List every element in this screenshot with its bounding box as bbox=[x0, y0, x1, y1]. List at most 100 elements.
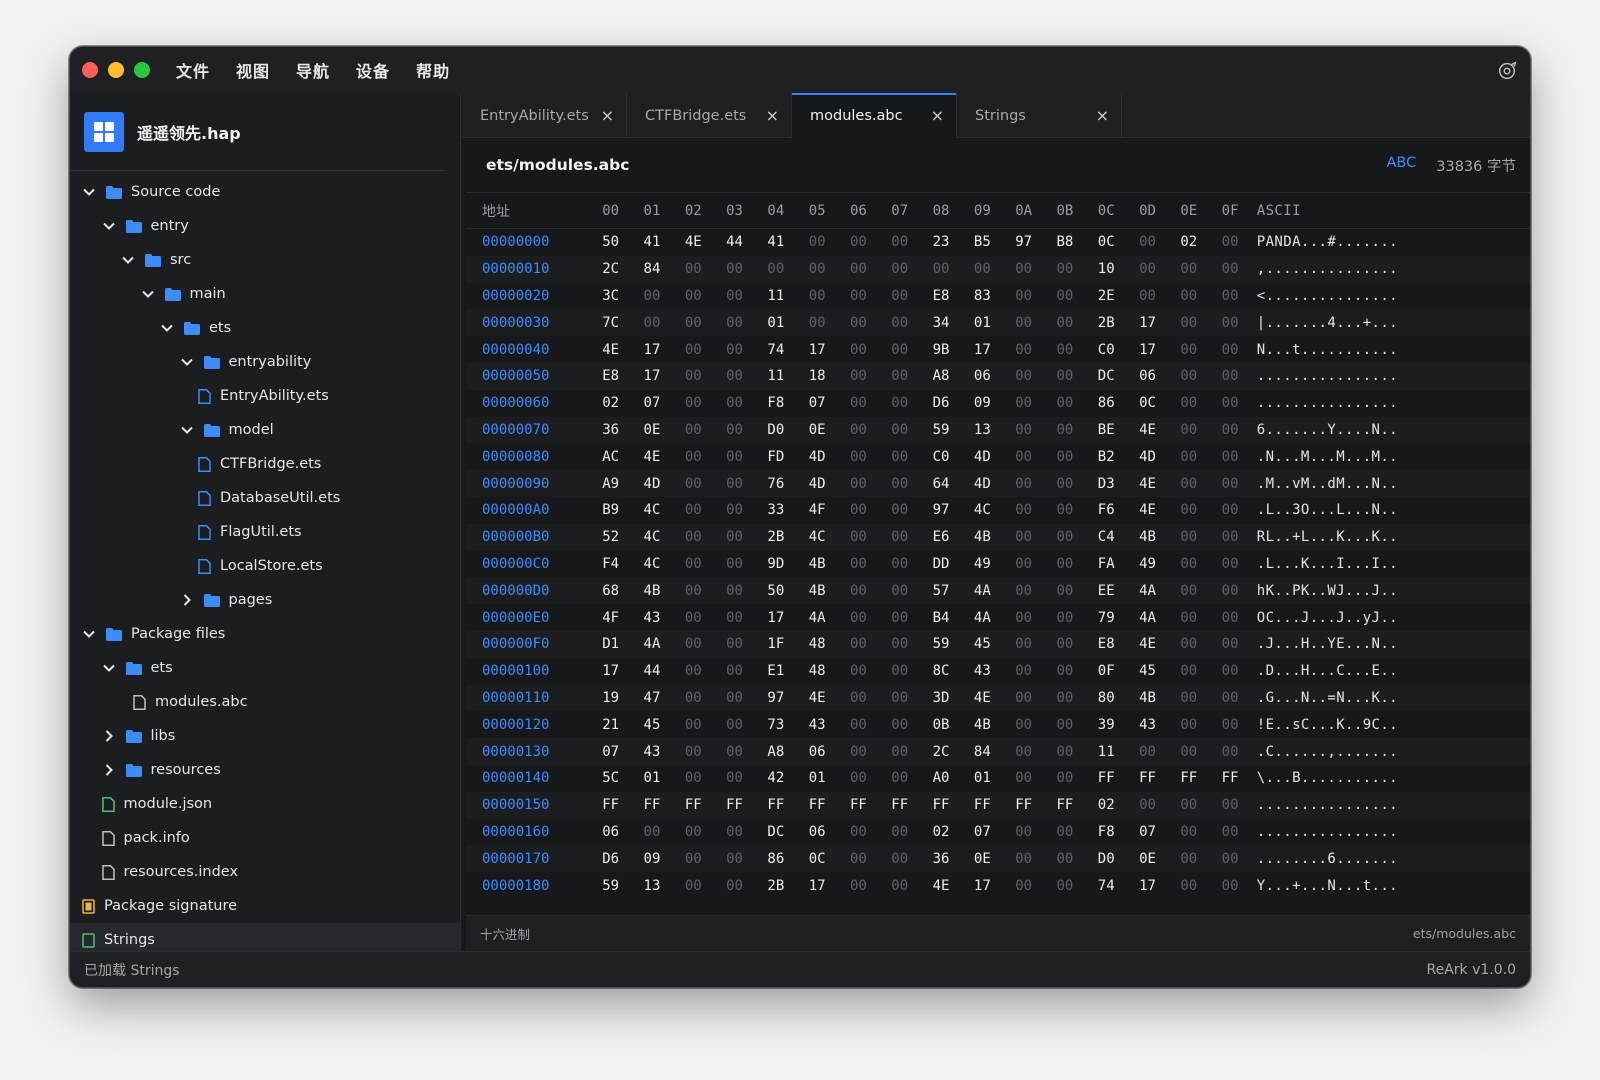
hex-byte[interactable]: 8C bbox=[920, 663, 961, 679]
hex-byte[interactable]: 06 bbox=[962, 368, 1003, 384]
hex-byte[interactable]: FF bbox=[962, 797, 1003, 813]
tree-file[interactable]: modules.abc bbox=[70, 685, 460, 719]
hex-byte[interactable]: 00 bbox=[714, 610, 755, 626]
hex-byte[interactable]: 74 bbox=[1086, 878, 1127, 894]
hex-byte[interactable]: FF bbox=[796, 797, 837, 813]
hex-byte[interactable]: 00 bbox=[838, 449, 879, 465]
hex-byte[interactable]: 00 bbox=[673, 717, 714, 733]
hex-byte[interactable]: 00 bbox=[1168, 744, 1209, 760]
hex-byte[interactable]: 00 bbox=[1168, 342, 1209, 358]
hex-row[interactable]: 00000100 17 44 00 00 E1 48 00 00 8C 43 00 00 0F 45 00 00… bbox=[466, 657, 1530, 685]
hex-byte[interactable]: 00 bbox=[1003, 449, 1044, 465]
hex-row[interactable]: 00000170 D6 09 00 00 86 0C 00 00 36 0E 00 00 D0 0E 00 00… bbox=[466, 845, 1530, 873]
hex-byte[interactable]: 00 bbox=[1209, 663, 1250, 679]
hex-byte[interactable]: 00 bbox=[1209, 315, 1250, 331]
hex-byte[interactable]: 00 bbox=[879, 583, 920, 599]
hex-byte[interactable]: B4 bbox=[920, 610, 961, 626]
hex-byte[interactable]: 45 bbox=[962, 636, 1003, 652]
hex-byte[interactable]: F8 bbox=[755, 395, 796, 411]
close-icon[interactable]: × bbox=[931, 107, 944, 124]
tree-file[interactable]: DatabaseUtil.ets bbox=[70, 481, 460, 515]
hex-byte[interactable]: 4C bbox=[631, 556, 672, 572]
hex-byte[interactable]: 39 bbox=[1086, 717, 1127, 733]
hex-byte[interactable]: 00 bbox=[838, 315, 879, 331]
hex-byte[interactable]: 00 bbox=[1003, 556, 1044, 572]
hex-byte[interactable]: 00 bbox=[838, 368, 879, 384]
hex-byte[interactable]: 4C bbox=[631, 529, 672, 545]
hex-byte[interactable]: 01 bbox=[631, 770, 672, 786]
hex-byte[interactable]: 00 bbox=[673, 583, 714, 599]
tree-folder[interactable]: src bbox=[70, 243, 460, 277]
hex-byte[interactable]: 00 bbox=[1044, 395, 1085, 411]
hex-byte[interactable]: F4 bbox=[590, 556, 631, 572]
hex-byte[interactable]: 0C bbox=[796, 851, 837, 867]
hex-byte[interactable]: 00 bbox=[879, 449, 920, 465]
hex-byte[interactable]: 4E bbox=[1127, 422, 1168, 438]
chevron-down-icon[interactable] bbox=[141, 287, 155, 301]
hex-byte[interactable]: 00 bbox=[879, 422, 920, 438]
hex-byte[interactable]: B2 bbox=[1086, 449, 1127, 465]
hex-byte[interactable]: 00 bbox=[1003, 529, 1044, 545]
chevron-down-icon[interactable] bbox=[102, 219, 116, 233]
hex-row[interactable]: 00000080 AC 4E 00 00 FD 4D 00 00 C0 4D 00 00 B2 4D 00 00… bbox=[466, 443, 1530, 471]
hex-byte[interactable]: 3C bbox=[590, 288, 631, 304]
hex-byte[interactable]: 00 bbox=[673, 261, 714, 277]
tab-strings[interactable]: Strings × bbox=[957, 93, 1122, 138]
hex-byte[interactable]: 73 bbox=[755, 717, 796, 733]
hex-byte[interactable]: 4A bbox=[962, 610, 1003, 626]
tree-file[interactable]: CTFBridge.ets bbox=[70, 447, 460, 481]
chevron-down-icon[interactable] bbox=[180, 423, 194, 437]
hex-byte[interactable]: 21 bbox=[590, 717, 631, 733]
hex-byte[interactable]: 00 bbox=[838, 770, 879, 786]
hex-byte[interactable]: 00 bbox=[714, 690, 755, 706]
hex-byte[interactable]: 09 bbox=[631, 851, 672, 867]
menu-help[interactable]: 帮助 bbox=[416, 58, 464, 82]
hex-byte[interactable]: 4B bbox=[1127, 690, 1168, 706]
hex-row[interactable]: 00000040 4E 17 00 00 74 17 00 00 9B 17 00 00 C0 17 00 00… bbox=[466, 336, 1530, 363]
hex-byte[interactable]: 83 bbox=[962, 288, 1003, 304]
hex-byte[interactable]: 00 bbox=[879, 502, 920, 518]
hex-byte[interactable]: C0 bbox=[1086, 342, 1127, 358]
hex-byte[interactable]: 00 bbox=[714, 636, 755, 652]
hex-byte[interactable]: 00 bbox=[714, 583, 755, 599]
menu-view[interactable]: 视图 bbox=[236, 58, 284, 82]
hex-byte[interactable]: 00 bbox=[714, 449, 755, 465]
tree-folder[interactable]: ets bbox=[70, 311, 460, 345]
hex-byte[interactable]: 00 bbox=[1003, 288, 1044, 304]
hex-byte[interactable]: 00 bbox=[1003, 851, 1044, 867]
hex-byte[interactable]: 00 bbox=[714, 717, 755, 733]
hex-byte[interactable]: 00 bbox=[796, 288, 837, 304]
chevron-down-icon[interactable] bbox=[160, 321, 174, 335]
hex-byte[interactable]: 00 bbox=[879, 744, 920, 760]
hex-byte[interactable]: 00 bbox=[1003, 610, 1044, 626]
hex-byte[interactable]: 00 bbox=[1044, 878, 1085, 894]
tree-folder[interactable]: Package files bbox=[70, 617, 460, 651]
hex-byte[interactable]: 2E bbox=[1086, 288, 1127, 304]
hex-byte[interactable]: FF bbox=[838, 797, 879, 813]
hex-byte[interactable]: 00 bbox=[631, 315, 672, 331]
hex-byte[interactable]: FF bbox=[673, 797, 714, 813]
hex-byte[interactable]: 00 bbox=[714, 770, 755, 786]
hex-byte[interactable]: 00 bbox=[838, 690, 879, 706]
hex-byte[interactable]: 79 bbox=[1086, 610, 1127, 626]
hex-byte[interactable]: F8 bbox=[1086, 824, 1127, 840]
hex-byte[interactable]: 0E bbox=[1127, 851, 1168, 867]
hex-byte[interactable]: 02 bbox=[1168, 234, 1209, 250]
hex-byte[interactable]: 49 bbox=[1127, 556, 1168, 572]
menu-file[interactable]: 文件 bbox=[176, 58, 224, 82]
hex-byte[interactable]: 00 bbox=[1003, 690, 1044, 706]
hex-byte[interactable]: 97 bbox=[920, 502, 961, 518]
hex-byte[interactable]: 0C bbox=[1127, 395, 1168, 411]
hex-byte[interactable]: 43 bbox=[631, 744, 672, 760]
hex-byte[interactable]: 02 bbox=[1086, 797, 1127, 813]
hex-byte[interactable]: 17 bbox=[631, 342, 672, 358]
hex-byte[interactable]: 4E bbox=[920, 878, 961, 894]
hex-byte[interactable]: 00 bbox=[1003, 502, 1044, 518]
hex-byte[interactable]: 00 bbox=[1168, 315, 1209, 331]
hex-byte[interactable]: 00 bbox=[673, 342, 714, 358]
sync-icon[interactable] bbox=[1496, 60, 1518, 82]
hex-byte[interactable]: B9 bbox=[590, 502, 631, 518]
chevron-down-icon[interactable] bbox=[121, 253, 135, 267]
hex-row[interactable]: 00000110 19 47 00 00 97 4E 00 00 3D 4E 00 00 80 4B 00 00… bbox=[466, 684, 1530, 712]
hex-rows[interactable]: 00000000 50 41 4E 44 41 00 00 00 23 B5 97 B8 0C 00 02 00… bbox=[466, 229, 1530, 899]
